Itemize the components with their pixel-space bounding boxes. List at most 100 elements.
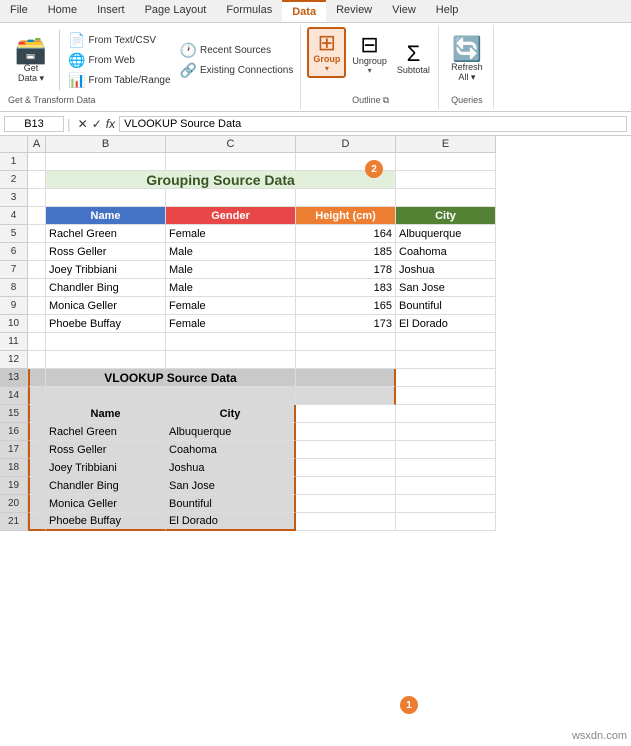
cell-e2[interactable] <box>396 171 496 189</box>
cell-e11[interactable] <box>396 333 496 351</box>
cancel-formula-icon[interactable]: ✕ <box>78 117 88 131</box>
cell-c1[interactable] <box>166 153 296 171</box>
col-header-a[interactable]: A <box>28 136 46 153</box>
cell-c21[interactable]: El Dorado <box>166 513 296 531</box>
cell-d18[interactable] <box>296 459 396 477</box>
col-header-b[interactable]: B <box>46 136 166 153</box>
cell-d20[interactable] <box>296 495 396 513</box>
cell-e17[interactable] <box>396 441 496 459</box>
tab-file[interactable]: File <box>0 0 38 22</box>
cell-a8[interactable] <box>28 279 46 297</box>
outline-expand-icon[interactable]: ⧉ <box>383 95 389 106</box>
cell-c3[interactable] <box>166 189 296 207</box>
cell-b1[interactable] <box>46 153 166 171</box>
cell-a21[interactable] <box>28 513 46 531</box>
cell-e6[interactable]: Coahoma <box>396 243 496 261</box>
col-header-d[interactable]: D <box>296 136 396 153</box>
cell-e1[interactable] <box>396 153 496 171</box>
cell-a3[interactable] <box>28 189 46 207</box>
cell-e18[interactable] <box>396 459 496 477</box>
col-header-e[interactable]: E <box>396 136 496 153</box>
tab-review[interactable]: Review <box>326 0 382 22</box>
cell-b13-vlookup-title[interactable]: VLOOKUP Source Data <box>46 369 296 387</box>
from-text-csv-button[interactable]: 📄 From Text/CSV <box>65 31 174 50</box>
cell-b4-name-header[interactable]: Name <box>46 207 166 225</box>
cell-c7[interactable]: Male <box>166 261 296 279</box>
cell-b21[interactable]: Phoebe Buffay <box>46 513 166 531</box>
confirm-formula-icon[interactable]: ✓ <box>92 117 102 131</box>
cell-a6[interactable] <box>28 243 46 261</box>
cell-c16[interactable]: Albuquerque <box>166 423 296 441</box>
cell-d8[interactable]: 183 <box>296 279 396 297</box>
tab-home[interactable]: Home <box>38 0 87 22</box>
cell-a9[interactable] <box>28 297 46 315</box>
cell-e3[interactable] <box>396 189 496 207</box>
from-web-button[interactable]: 🌐 From Web <box>65 51 174 70</box>
cell-b7[interactable]: Joey Tribbiani <box>46 261 166 279</box>
cell-e9[interactable]: Bountiful <box>396 297 496 315</box>
existing-connections-button[interactable]: 🔗 Existing Connections <box>177 61 297 80</box>
cell-c9[interactable]: Female <box>166 297 296 315</box>
cell-c4-gender-header[interactable]: Gender <box>166 207 296 225</box>
subtotal-button[interactable]: Σ Subtotal <box>393 40 434 78</box>
cell-a7[interactable] <box>28 261 46 279</box>
from-table-button[interactable]: 📊 From Table/Range <box>65 71 174 90</box>
cell-c15-city-header[interactable]: City <box>166 405 296 423</box>
cell-b20[interactable]: Monica Geller <box>46 495 166 513</box>
cell-d13[interactable] <box>296 369 396 387</box>
cell-c6[interactable]: Male <box>166 243 296 261</box>
cell-e20[interactable] <box>396 495 496 513</box>
cell-reference-input[interactable] <box>4 116 64 132</box>
cell-a19[interactable] <box>28 477 46 495</box>
cell-b8[interactable]: Chandler Bing <box>46 279 166 297</box>
cell-d10[interactable]: 173 <box>296 315 396 333</box>
cell-d5[interactable]: 164 <box>296 225 396 243</box>
tab-view[interactable]: View <box>382 0 426 22</box>
cell-b18[interactable]: Joey Tribbiani <box>46 459 166 477</box>
cell-a20[interactable] <box>28 495 46 513</box>
cell-e8[interactable]: San Jose <box>396 279 496 297</box>
cell-d7[interactable]: 178 <box>296 261 396 279</box>
cell-e5[interactable]: Albuquerque <box>396 225 496 243</box>
cell-b16[interactable]: Rachel Green <box>46 423 166 441</box>
cell-a13[interactable] <box>28 369 46 387</box>
cell-d17[interactable] <box>296 441 396 459</box>
refresh-all-button[interactable]: 🔄 Refresh All ▾ <box>445 36 489 85</box>
cell-e12[interactable] <box>396 351 496 369</box>
cell-d16[interactable] <box>296 423 396 441</box>
cell-d3[interactable] <box>296 189 396 207</box>
tab-help[interactable]: Help <box>426 0 469 22</box>
cell-d11[interactable] <box>296 333 396 351</box>
cell-b6[interactable]: Ross Geller <box>46 243 166 261</box>
cell-e7[interactable]: Joshua <box>396 261 496 279</box>
cell-a12[interactable] <box>28 351 46 369</box>
cell-d4-height-header[interactable]: Height (cm) <box>296 207 396 225</box>
cell-d15[interactable] <box>296 405 396 423</box>
cell-b9[interactable]: Monica Geller <box>46 297 166 315</box>
cell-a17[interactable] <box>28 441 46 459</box>
cell-e16[interactable] <box>396 423 496 441</box>
cell-c17[interactable]: Coahoma <box>166 441 296 459</box>
cell-d6[interactable]: 185 <box>296 243 396 261</box>
col-header-c[interactable]: C <box>166 136 296 153</box>
cell-c19[interactable]: San Jose <box>166 477 296 495</box>
cell-c5[interactable]: Female <box>166 225 296 243</box>
cell-d19[interactable] <box>296 477 396 495</box>
cell-b2-title[interactable]: Grouping Source Data <box>46 171 396 189</box>
formula-input[interactable] <box>119 116 627 132</box>
cell-b10[interactable]: Phoebe Buffay <box>46 315 166 333</box>
group-button[interactable]: ⊞ Group ▾ <box>307 27 346 78</box>
cell-a11[interactable] <box>28 333 46 351</box>
cell-e15[interactable] <box>396 405 496 423</box>
tab-insert[interactable]: Insert <box>87 0 135 22</box>
cell-e19[interactable] <box>396 477 496 495</box>
cell-e10[interactable]: El Dorado <box>396 315 496 333</box>
tab-page-layout[interactable]: Page Layout <box>135 0 217 22</box>
cell-b15-name-header[interactable]: Name <box>46 405 166 423</box>
cell-c11[interactable] <box>166 333 296 351</box>
cell-a4[interactable] <box>28 207 46 225</box>
cell-e21[interactable] <box>396 513 496 531</box>
cell-d21[interactable] <box>296 513 396 531</box>
cell-a18[interactable] <box>28 459 46 477</box>
cell-d9[interactable]: 165 <box>296 297 396 315</box>
